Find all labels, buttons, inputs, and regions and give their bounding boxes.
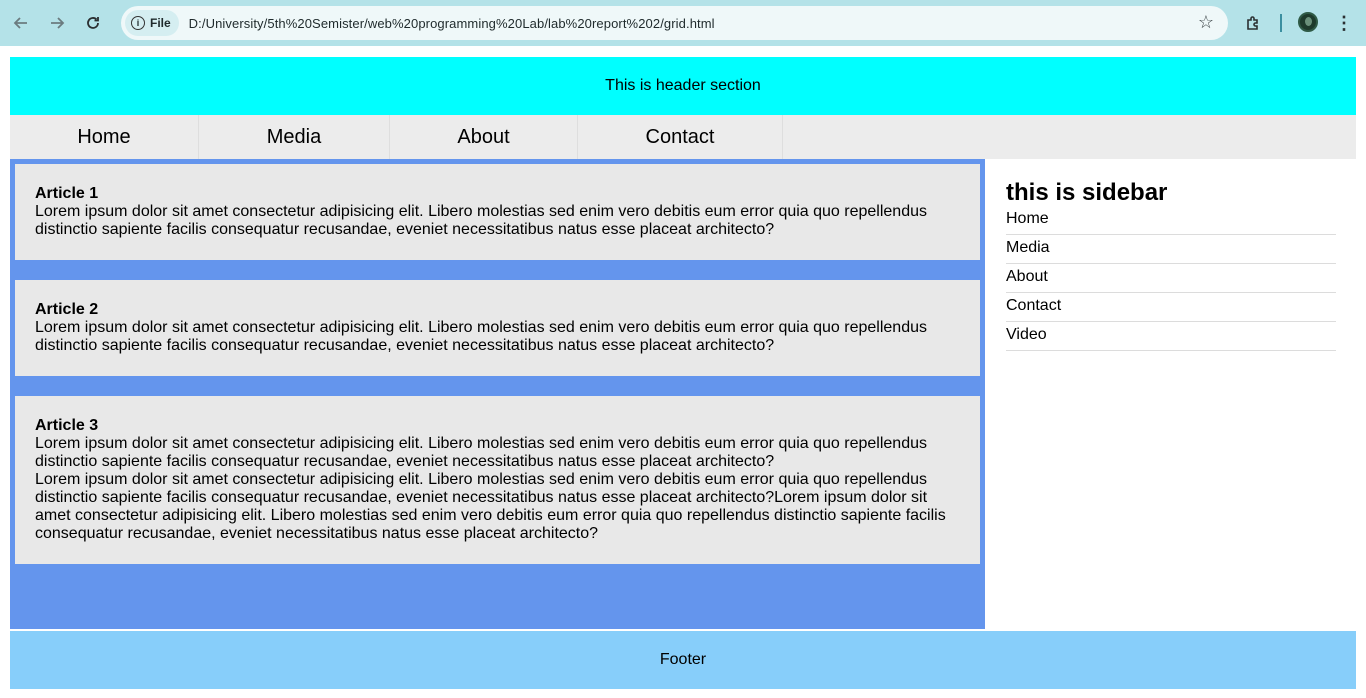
header-text: This is header section — [605, 77, 761, 94]
article-title: Article 1 — [35, 185, 99, 202]
articles-section: Article 1 Lorem ipsum dolor sit amet con… — [10, 159, 985, 629]
article-card: Article 2 Lorem ipsum dolor sit amet con… — [15, 280, 980, 376]
footer-text: Footer — [659, 651, 707, 668]
page-container: This is header section Home Media About … — [10, 57, 1356, 689]
article-body: Lorem ipsum dolor sit amet consectetur a… — [35, 319, 927, 354]
sidebar-link-home[interactable]: Home — [1006, 207, 1336, 235]
site-header: This is header section — [10, 57, 1356, 115]
main-nav: Home Media About Contact — [10, 115, 1356, 159]
star-icon[interactable]: ☆ — [1198, 12, 1214, 33]
nav-item-home[interactable]: Home — [10, 115, 199, 159]
article-body: Lorem ipsum dolor sit amet consectetur a… — [35, 203, 927, 238]
nav-item-contact[interactable]: Contact — [578, 115, 783, 159]
url-text[interactable]: D:/University/5th%20Semister/web%20progr… — [189, 16, 715, 31]
sidebar-link-media[interactable]: Media — [1006, 235, 1336, 264]
sidebar-link-video[interactable]: Video — [1006, 322, 1336, 351]
puzzle-icon[interactable] — [1242, 11, 1266, 35]
article-body: Lorem ipsum dolor sit amet consectetur a… — [35, 471, 946, 542]
toolbar-divider — [1280, 14, 1282, 32]
sidebar: this is sidebar Home Media About Contact… — [985, 159, 1356, 629]
avatar[interactable] — [1298, 12, 1318, 32]
browser-toolbar: i File D:/University/5th%20Semister/web%… — [0, 0, 1366, 46]
nav-item-media[interactable]: Media — [199, 115, 390, 159]
reload-icon[interactable] — [75, 5, 111, 41]
kebab-menu-icon[interactable]: ⋮ — [1334, 11, 1354, 35]
sidebar-title: this is sidebar — [1006, 179, 1168, 206]
sidebar-link-contact[interactable]: Contact — [1006, 293, 1336, 322]
site-footer: Footer — [10, 631, 1356, 689]
sidebar-link-about[interactable]: About — [1006, 264, 1336, 293]
article-title: Article 2 — [35, 301, 99, 318]
nav-item-about[interactable]: About — [390, 115, 578, 159]
site-info-label: File — [150, 16, 171, 30]
site-info-chip[interactable]: i File — [125, 10, 179, 36]
main-content-row: Article 1 Lorem ipsum dolor sit amet con… — [10, 159, 1356, 629]
article-card: Article 1 Lorem ipsum dolor sit amet con… — [15, 164, 980, 260]
arrow-right-icon[interactable] — [39, 5, 75, 41]
info-icon: i — [131, 16, 145, 30]
arrow-left-icon[interactable] — [3, 5, 39, 41]
address-bar[interactable]: i File D:/University/5th%20Semister/web%… — [121, 6, 1228, 40]
article-card: Article 3 Lorem ipsum dolor sit amet con… — [15, 396, 980, 564]
article-title: Article 3 — [35, 417, 99, 434]
article-body: Lorem ipsum dolor sit amet consectetur a… — [35, 435, 927, 470]
